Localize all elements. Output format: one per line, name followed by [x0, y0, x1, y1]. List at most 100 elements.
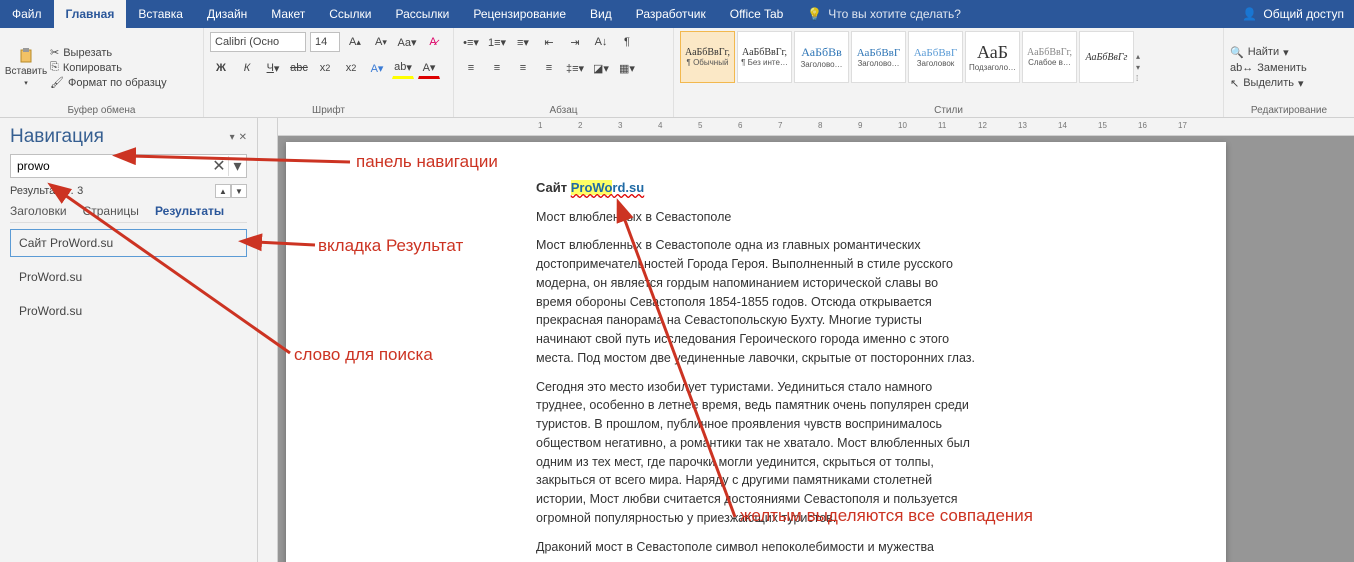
bullets-button[interactable]: •≡▾ [460, 31, 482, 53]
nav-search-clear-icon[interactable]: ✕ [210, 156, 228, 176]
nav-result-count: Результат … 3 [10, 185, 83, 197]
nav-close-icon[interactable]: ✕ [239, 132, 247, 143]
tab-references[interactable]: Ссылки [317, 0, 383, 28]
superscript-button[interactable]: x2 [340, 57, 362, 79]
nav-dropdown-icon[interactable]: ▾ [230, 132, 235, 143]
nav-result-item[interactable]: ProWord.su [10, 297, 247, 325]
styles-group-label: Стили [680, 104, 1217, 116]
search-icon: 🔍 [1230, 46, 1244, 59]
strike-button[interactable]: abc [288, 57, 310, 79]
tab-insert[interactable]: Вставка [126, 0, 195, 28]
align-right-button[interactable]: ≡ [512, 57, 534, 79]
document-page[interactable]: Сайт ProWord.su Мост влюбленных в Севаст… [286, 142, 1226, 562]
style-item[interactable]: АаБПодзаголо… [965, 31, 1020, 83]
font-group-label: Шрифт [210, 104, 447, 116]
tab-view[interactable]: Вид [578, 0, 624, 28]
grow-font-button[interactable]: A▴ [344, 31, 366, 53]
shrink-font-button[interactable]: A▾ [370, 31, 392, 53]
styles-more-button[interactable]: ▴▾⁞ [1136, 31, 1150, 104]
change-case-button[interactable]: Aa▾ [396, 31, 418, 53]
style-item[interactable]: АаБбВвЗаголово… [794, 31, 849, 83]
share-button[interactable]: Общий доступ [1263, 7, 1344, 21]
style-item[interactable]: АаБбВвГг,¶ Обычный [680, 31, 735, 83]
paste-icon [18, 48, 34, 64]
horizontal-ruler[interactable]: 12 34 56 78 910 1112 1314 1516 17 [278, 118, 1354, 136]
show-marks-button[interactable]: ¶ [616, 31, 638, 53]
font-name-combo[interactable]: Calibri (Осно [210, 32, 306, 52]
tab-home[interactable]: Главная [54, 0, 127, 28]
scissors-icon: ✂ [50, 46, 59, 59]
replace-button[interactable]: ab↔Заменить [1230, 62, 1307, 74]
select-button[interactable]: ↖Выделить▾ [1230, 77, 1307, 90]
nav-next-result-button[interactable]: ▼ [231, 184, 247, 198]
brush-icon: 🖌 [50, 76, 64, 89]
italic-button[interactable]: К [236, 57, 258, 79]
cut-button[interactable]: ✂Вырезать [50, 46, 167, 59]
nav-tab-pages[interactable]: Страницы [83, 204, 139, 218]
nav-prev-result-button[interactable]: ▲ [215, 184, 231, 198]
tab-mailings[interactable]: Рассылки [384, 0, 462, 28]
highlight-button[interactable]: ab▾ [392, 57, 414, 79]
text-effects-button[interactable]: A▾ [366, 57, 388, 79]
navigation-pane: Навигация ▾ ✕ ✕ ▾ Результат … 3 ▲ ▼ Заго… [0, 118, 258, 562]
decrease-indent-button[interactable]: ⇤ [538, 31, 560, 53]
paste-button[interactable]: Вставить ▾ [6, 31, 46, 104]
tab-design[interactable]: Дизайн [195, 0, 259, 28]
style-item[interactable]: АаБбВвГЗаголово… [851, 31, 906, 83]
font-size-combo[interactable]: 14 [310, 32, 340, 52]
justify-button[interactable]: ≡ [538, 57, 560, 79]
bold-button[interactable]: Ж [210, 57, 232, 79]
style-item[interactable]: АаБбВвГг,Слабое в… [1022, 31, 1077, 83]
doc-paragraph: Мост влюбленных в Севастополе [536, 208, 976, 227]
doc-heading: Сайт ProWord.su [536, 178, 976, 198]
nav-result-item[interactable]: ProWord.su [10, 263, 247, 291]
doc-paragraph: Драконий мост в Севастополе символ непок… [536, 538, 976, 557]
doc-paragraph: Сегодня это место изобилует туристами. У… [536, 378, 976, 528]
borders-button[interactable]: ▦▾ [616, 57, 638, 79]
nav-result-item[interactable]: Сайт ProWord.su [10, 229, 247, 257]
shading-button[interactable]: ◪▾ [590, 57, 612, 79]
nav-tab-results[interactable]: Результаты [155, 204, 224, 218]
vertical-ruler[interactable] [258, 118, 278, 562]
sort-button[interactable]: A↓ [590, 31, 612, 53]
bulb-icon: 💡 [807, 7, 822, 21]
line-spacing-button[interactable]: ‡≡▾ [564, 57, 586, 79]
tab-layout[interactable]: Макет [259, 0, 317, 28]
nav-search-options-icon[interactable]: ▾ [228, 156, 246, 176]
para-group-label: Абзац [460, 104, 667, 116]
nav-search-input[interactable] [11, 159, 210, 173]
ribbon-tabs: Файл Главная Вставка Дизайн Макет Ссылки… [0, 0, 1354, 28]
styles-gallery[interactable]: АаБбВвГг,¶ ОбычныйАаБбВвГг,¶ Без инте…Аа… [680, 31, 1217, 104]
copy-button[interactable]: ⎘Копировать [50, 61, 167, 74]
tell-me[interactable]: 💡 Что вы хотите сделать? [795, 0, 973, 28]
find-button[interactable]: 🔍Найти▾ [1230, 46, 1307, 59]
clear-format-button[interactable]: A̷ [422, 31, 444, 53]
style-item[interactable]: АаБбВвГЗаголовок [908, 31, 963, 83]
subscript-button[interactable]: x2 [314, 57, 336, 79]
tab-developer[interactable]: Разработчик [624, 0, 718, 28]
align-center-button[interactable]: ≡ [486, 57, 508, 79]
nav-tab-headings[interactable]: Заголовки [10, 204, 67, 218]
share-icon: 👤 [1242, 7, 1257, 21]
tab-officetab[interactable]: Office Tab [718, 0, 796, 28]
tab-file[interactable]: Файл [0, 0, 54, 28]
increase-indent-button[interactable]: ⇥ [564, 31, 586, 53]
cursor-icon: ↖ [1230, 77, 1239, 90]
copy-icon: ⎘ [50, 61, 59, 74]
ribbon: Вставить ▾ ✂Вырезать ⎘Копировать 🖌Формат… [0, 28, 1354, 118]
tab-review[interactable]: Рецензирование [461, 0, 578, 28]
format-painter-button[interactable]: 🖌Формат по образцу [50, 76, 167, 89]
nav-search-box[interactable]: ✕ ▾ [10, 154, 247, 178]
multilevel-button[interactable]: ≡▾ [512, 31, 534, 53]
numbering-button[interactable]: 1≡▾ [486, 31, 508, 53]
font-color-button[interactable]: A▾ [418, 57, 440, 79]
tell-me-label: Что вы хотите сделать? [828, 7, 961, 21]
underline-button[interactable]: Ч▾ [262, 57, 284, 79]
style-item[interactable]: АаБбВвГг,¶ Без инте… [737, 31, 792, 83]
style-item[interactable]: АаБбВвГг [1079, 31, 1134, 83]
content-area: Навигация ▾ ✕ ✕ ▾ Результат … 3 ▲ ▼ Заго… [0, 118, 1354, 562]
clipboard-group-label: Буфер обмена [6, 104, 197, 116]
replace-icon: ab↔ [1230, 62, 1253, 74]
nav-title: Навигация [10, 126, 104, 148]
align-left-button[interactable]: ≡ [460, 57, 482, 79]
